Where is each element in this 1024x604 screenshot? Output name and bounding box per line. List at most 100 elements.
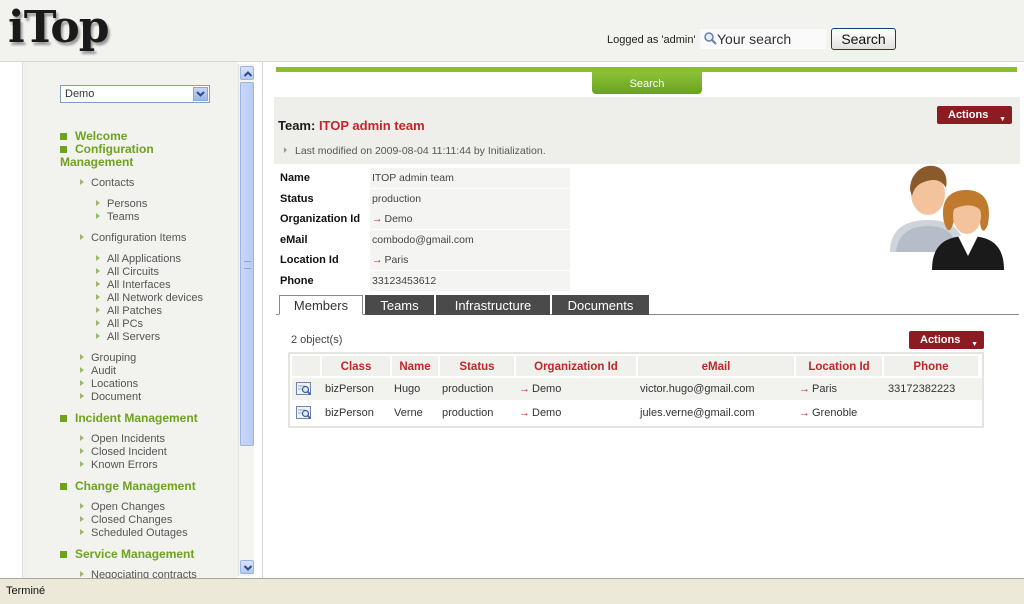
- tab-members[interactable]: Members: [279, 295, 363, 315]
- menu-item-closed-incident[interactable]: Closed Incident: [80, 446, 167, 458]
- menu-item-known-errors[interactable]: Known Errors: [80, 459, 158, 471]
- column-header-class[interactable]: Class: [322, 356, 392, 376]
- menu-item-open-incidents[interactable]: Open Incidents: [80, 433, 165, 445]
- search-button[interactable]: Search: [831, 28, 896, 50]
- scroll-up-button[interactable]: [240, 66, 254, 80]
- sidebar-scrollbar[interactable]: [238, 64, 254, 576]
- menu-item-open-changes[interactable]: Open Changes: [80, 501, 165, 513]
- search-input[interactable]: [717, 29, 825, 49]
- menu-change-management[interactable]: Change Management: [60, 479, 196, 493]
- menu-item-all-patches[interactable]: All Patches: [96, 305, 162, 317]
- chevron-down-icon[interactable]: [193, 87, 208, 101]
- triangle-bullet-icon: [96, 255, 100, 261]
- actions-button[interactable]: Actions ▼: [937, 106, 1012, 124]
- link-arrow-icon: →: [799, 383, 810, 395]
- menu-item-configuration-items[interactable]: Configuration Items: [80, 232, 186, 244]
- cell-location-link[interactable]: → Grenoble: [799, 402, 857, 424]
- menu-item-locations[interactable]: Locations: [80, 378, 138, 390]
- menu-item-persons[interactable]: Persons: [96, 198, 147, 210]
- menu-item-all-interfaces[interactable]: All Interfaces: [96, 279, 171, 291]
- cell-email: jules.verne@gmail.com: [640, 407, 755, 419]
- menu-item-all-servers[interactable]: All Servers: [96, 331, 160, 343]
- property-row-organization: Organization Id → Demo: [277, 209, 657, 229]
- bullet-square-icon: [60, 133, 67, 140]
- view-details-icon[interactable]: [296, 382, 312, 396]
- cell-name: Hugo: [394, 383, 421, 395]
- column-header-name[interactable]: Name: [392, 356, 440, 376]
- menu-item-teams[interactable]: Teams: [96, 211, 139, 223]
- cell-class: bizPerson: [325, 383, 374, 395]
- itop-logo[interactable]: iTop: [8, 2, 110, 53]
- column-header-email[interactable]: eMail: [638, 356, 796, 376]
- property-value: ITOP admin team: [370, 168, 570, 188]
- triangle-bullet-icon: [96, 307, 100, 313]
- property-label: Phone: [277, 271, 368, 291]
- menu-item-all-network-devices[interactable]: All Network devices: [96, 292, 203, 304]
- menu-item-negociating-contracts[interactable]: Negociating contracts: [80, 569, 197, 578]
- cell-organization-link[interactable]: → Demo: [519, 378, 561, 400]
- menu-item-all-circuits[interactable]: All Circuits: [96, 266, 159, 278]
- triangle-bullet-icon: [80, 179, 84, 185]
- page-title-name: ITOP admin team: [318, 118, 425, 133]
- object-count: 2 object(s): [291, 334, 343, 346]
- menu-item-all-pcs[interactable]: All PCs: [96, 318, 143, 330]
- property-label: Organization Id: [277, 209, 368, 229]
- property-value: production: [370, 189, 570, 209]
- table-actions-button[interactable]: Actions ▼: [909, 331, 984, 349]
- table-row: bizPerson Hugo production → Demo victor.h…: [292, 378, 982, 400]
- triangle-bullet-icon: [96, 213, 100, 219]
- property-value-link[interactable]: → Demo: [370, 209, 570, 229]
- triangle-bullet-icon: [96, 320, 100, 326]
- cell-organization-link[interactable]: → Demo: [519, 402, 561, 424]
- search-drawer-tab[interactable]: Search: [592, 72, 702, 94]
- menu-item-all-applications[interactable]: All Applications: [96, 253, 181, 265]
- property-row-location: Location Id → Paris: [277, 250, 657, 270]
- scrollbar-thumb[interactable]: [240, 82, 254, 446]
- search-box[interactable]: [700, 29, 826, 49]
- menu-service-management[interactable]: Service Management: [60, 547, 194, 561]
- link-arrow-icon: →: [799, 407, 810, 419]
- triangle-bullet-icon: [80, 448, 84, 454]
- tab-teams[interactable]: Teams: [365, 295, 434, 315]
- tab-infrastructure[interactable]: Infrastructure: [436, 295, 550, 315]
- triangle-bullet-icon: [80, 529, 84, 535]
- tab-documents[interactable]: Documents: [552, 295, 649, 315]
- members-table: Class Name Status Organization Id eMail …: [288, 352, 984, 428]
- cell-name: Verne: [394, 407, 423, 419]
- caret-down-icon: ▼: [999, 116, 1006, 123]
- menu-configuration-management[interactable]: Configuration Management: [60, 143, 180, 169]
- column-header-status[interactable]: Status: [440, 356, 516, 376]
- scroll-down-button[interactable]: [240, 560, 254, 574]
- view-details-icon[interactable]: [296, 406, 312, 420]
- column-header-organization[interactable]: Organization Id: [516, 356, 638, 376]
- organization-select[interactable]: Demo: [60, 85, 210, 103]
- itop-window: iTop Logged as 'admin' Search Demo Welco…: [0, 0, 1024, 604]
- menu-item-scheduled-outages[interactable]: Scheduled Outages: [80, 527, 188, 539]
- property-value: combodo@gmail.com: [370, 230, 570, 250]
- last-modified-info: Last modified on 2009-08-04 11:11:44 by …: [284, 145, 546, 157]
- menu-item-closed-changes[interactable]: Closed Changes: [80, 514, 172, 526]
- property-value: 33123453612: [370, 271, 570, 291]
- menu-item-grouping[interactable]: Grouping: [80, 352, 136, 364]
- main-divider: [262, 62, 263, 578]
- menu-item-document[interactable]: Document: [80, 391, 141, 403]
- menu-welcome[interactable]: Welcome: [60, 129, 127, 143]
- cell-phone: 33172382223: [888, 383, 956, 395]
- menu-panel: Demo Welcome Configuration Management Co…: [28, 62, 238, 578]
- page-title-prefix: Team:: [278, 118, 319, 133]
- cell-location-link[interactable]: → Paris: [799, 378, 837, 400]
- actions-button-label: Actions: [948, 109, 989, 121]
- menu-item-contacts[interactable]: Contacts: [80, 177, 134, 189]
- menu-incident-management[interactable]: Incident Management: [60, 411, 198, 425]
- menu-item-audit[interactable]: Audit: [80, 365, 116, 377]
- property-row-email: eMail combodo@gmail.com: [277, 230, 657, 250]
- property-value-link[interactable]: → Paris: [370, 250, 570, 270]
- link-arrow-icon: →: [519, 407, 530, 419]
- column-header-phone[interactable]: Phone: [884, 356, 978, 376]
- bullet-square-icon: [60, 551, 67, 558]
- column-header-location[interactable]: Location Id: [796, 356, 884, 376]
- triangle-bullet-icon: [80, 393, 84, 399]
- triangle-bullet-icon: [80, 461, 84, 467]
- scrollbar-grip-icon: [244, 261, 251, 269]
- property-row-status: Status production: [277, 189, 657, 209]
